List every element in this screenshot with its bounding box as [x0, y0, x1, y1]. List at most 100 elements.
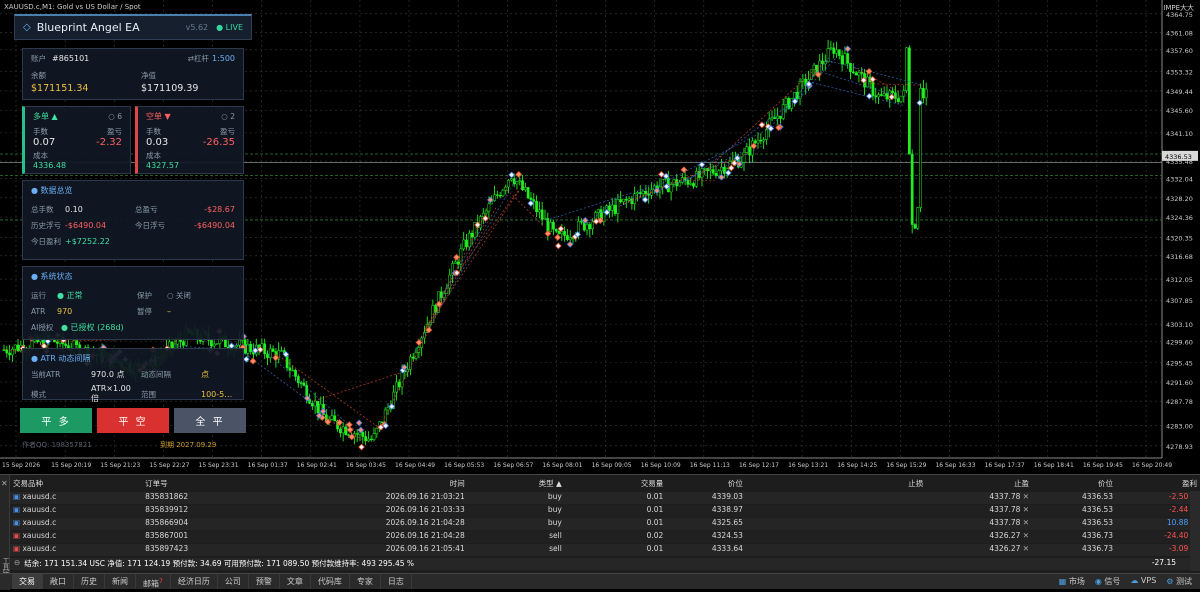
tabbar-right-item[interactable]: ◉ 信号 [1095, 576, 1121, 587]
column-header[interactable]: 价位 [666, 478, 746, 490]
candle-body [636, 192, 638, 193]
candle-body [373, 434, 375, 440]
position-row[interactable]: ▣ xauusd.c8358318622026.09.16 21:03:21bu… [10, 492, 1200, 504]
position-row[interactable]: ▣ xauusd.c8358974232026.09.16 21:05:41se… [10, 544, 1200, 556]
remove-tp-icon[interactable]: ✕ [1020, 505, 1029, 514]
column-header[interactable]: 止盈 [926, 478, 1032, 490]
remove-tp-icon[interactable]: ✕ [1020, 544, 1029, 553]
tab-label: 邮箱 [143, 580, 159, 589]
symbol-cell: xauusd.c [22, 518, 56, 527]
close-short-button[interactable]: 平 空 [97, 408, 169, 433]
column-header[interactable]: 盈利 [1116, 478, 1200, 490]
candle-body [847, 54, 849, 64]
leverage-value: 1:500 [212, 54, 235, 63]
price-tick-label: 4307.85 [1166, 297, 1193, 305]
tab-6[interactable]: 公司 [218, 574, 249, 589]
close-all-button[interactable]: 全 平 [174, 408, 246, 433]
remove-tp-icon[interactable]: ✕ [1020, 531, 1029, 540]
candle-body [485, 211, 487, 213]
stats-card: ● 数据总览 总手数 0.10 总盈亏 -$28.67 历史浮亏 -$6490.… [22, 180, 244, 260]
tab-4[interactable]: 邮箱7 [136, 574, 171, 589]
tab-10[interactable]: 专家 [350, 574, 381, 589]
tab-0[interactable]: 交易 [12, 574, 43, 589]
live-status: ● LIVE [216, 23, 243, 32]
mail-badge: 7 [159, 578, 163, 585]
tab-2[interactable]: 历史 [74, 574, 105, 589]
summary-total: -27.15 [1152, 558, 1190, 570]
buy-trade-line [265, 351, 354, 429]
remove-tp-icon[interactable]: ✕ [1020, 492, 1029, 501]
column-header[interactable]: 交易量 [565, 478, 666, 490]
dyn-value: 点 [201, 369, 209, 380]
trade-marker [516, 172, 522, 178]
summary-row: ⊖ 结余: 171 151.34 USC 净值: 171 124.19 预付款:… [10, 558, 1190, 570]
tab-7[interactable]: 预警 [249, 574, 280, 589]
dyn-label: 动态间隔 [141, 369, 201, 380]
candle-body [690, 183, 692, 184]
position-cell: 4326.27 ✕ [926, 544, 1032, 556]
short-cost-label: 成本 [146, 150, 235, 161]
tab-1[interactable]: 敞口 [43, 574, 74, 589]
terminal-scrollbar[interactable] [1190, 491, 1200, 571]
close-icon[interactable]: ✕ [1, 479, 8, 488]
time-tick-label: 16 Sep 05:53 [444, 462, 484, 469]
stats-title: ● 数据总览 [31, 185, 235, 196]
tab-9[interactable]: 代码库 [311, 574, 350, 589]
column-header[interactable]: 时间 [296, 478, 468, 490]
candle-body [824, 62, 826, 64]
price-tick-label: 4324.36 [1166, 214, 1193, 222]
trade-marker [681, 167, 687, 173]
candle-body [645, 191, 647, 194]
candle-body [642, 191, 644, 193]
tab-8[interactable]: 文章 [280, 574, 311, 589]
time-tick-label: 15 Sep 20:19 [51, 462, 91, 469]
column-header[interactable]: 交易品种 [10, 478, 142, 490]
position-row[interactable]: ▣ xauusd.c8358670012026.09.16 21:04:28se… [10, 531, 1200, 543]
column-header[interactable]: 类型 ▲ [468, 478, 565, 490]
position-cell: 2026.09.16 21:03:33 [296, 505, 468, 517]
sell-trade-line [697, 66, 819, 179]
candle-body [628, 199, 630, 200]
leverage-label: 杠杆 [194, 53, 209, 64]
candle-body [488, 204, 490, 211]
today-profit-label: 今日盈利 [31, 236, 65, 247]
candle-body [482, 213, 484, 216]
candle-body [14, 345, 16, 349]
tab-3[interactable]: 新闻 [105, 574, 136, 589]
candle-body [356, 434, 358, 435]
ea-header: ◇ Blueprint Angel EA v5.62 ● LIVE [14, 14, 252, 40]
candle-body [339, 429, 341, 433]
column-header[interactable]: 止损 [746, 478, 926, 490]
position-cell: 4333.64 [666, 544, 746, 556]
close-long-button[interactable]: 平 多 [20, 408, 92, 433]
tab-11[interactable]: 日志 [381, 574, 412, 589]
remove-tp-icon[interactable]: ✕ [1020, 518, 1029, 527]
position-cell: 0.01 [565, 544, 666, 556]
candle-body [855, 73, 857, 75]
position-row[interactable]: ▣ xauusd.c8358399122026.09.16 21:03:33bu… [10, 505, 1200, 517]
run-status: ● 正常 [57, 290, 137, 301]
chart-area[interactable]: 4364.754361.084357.604353.324349.444345.… [0, 0, 1200, 472]
candle-body [891, 91, 893, 93]
column-header[interactable]: 价位 [1032, 478, 1116, 490]
summary-text: 结余: 171 151.34 USC 净值: 171 124.19 预付款: 3… [20, 558, 414, 570]
tab-label: 预警 [256, 577, 272, 586]
tab-label: 新闻 [112, 577, 128, 586]
position-cell: 2026.09.16 21:03:21 [296, 492, 468, 504]
tabbar-right-item[interactable]: ⚙ 测试 [1166, 576, 1192, 587]
symbol-cell: xauusd.c [22, 531, 56, 540]
tabbar-right-item[interactable]: ☁ VPS [1130, 576, 1156, 587]
position-cell: 835867001 [142, 531, 296, 543]
trade-marker [759, 122, 765, 128]
column-header[interactable]: 订单号 [142, 478, 296, 490]
chart-top-right-label: IMPE大大 [1163, 3, 1194, 13]
long-count: ○ 6 [108, 112, 122, 121]
trade-marker [454, 254, 460, 260]
candle-body [412, 357, 414, 358]
position-row[interactable]: ▣ xauusd.c8358669042026.09.16 21:04:28bu… [10, 518, 1200, 530]
vps-icon: ☁ [1130, 576, 1141, 585]
tabbar-right-item[interactable]: ▦ 市场 [1059, 576, 1085, 587]
candle-body [608, 206, 610, 211]
candle-body [533, 200, 535, 202]
tab-5[interactable]: 经济日历 [171, 574, 218, 589]
